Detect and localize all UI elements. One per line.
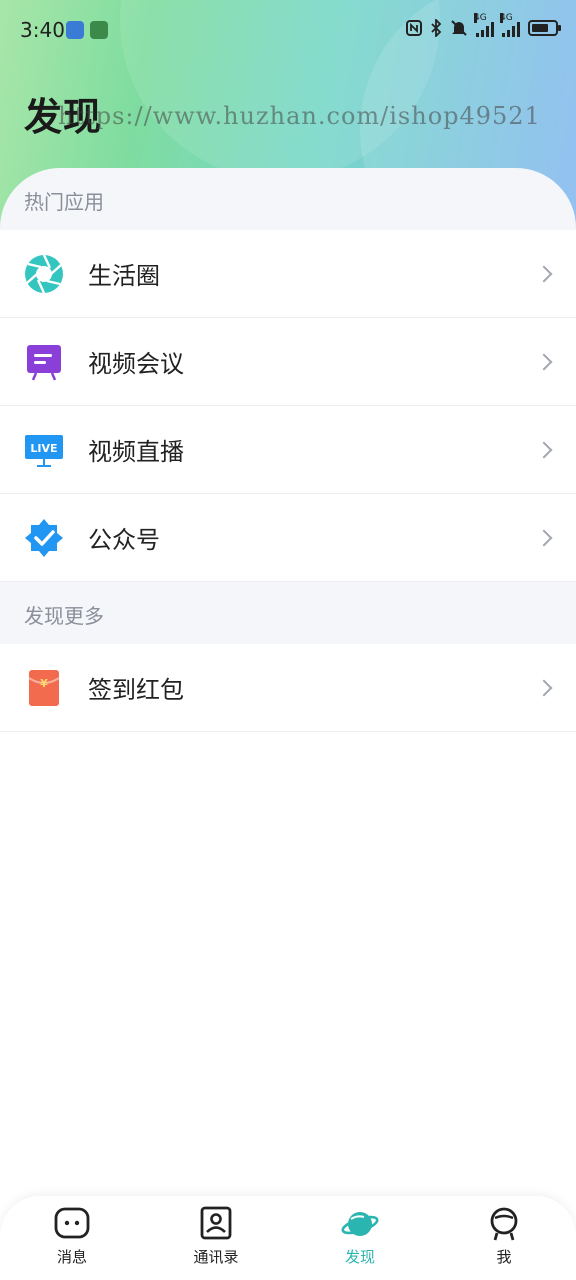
list-item-live-stream[interactable]: LIVE 视频直播: [0, 406, 576, 494]
more-apps-list: ¥ 签到红包: [0, 644, 576, 732]
tab-me[interactable]: 我: [454, 1206, 554, 1276]
live-tv-icon: LIVE: [25, 435, 63, 467]
red-packet-icon: ¥: [28, 670, 60, 706]
chat-icon: [54, 1207, 90, 1239]
chevron-right-icon: [535, 679, 553, 696]
bottom-tab-bar: 消息 通讯录 发现 我: [0, 1196, 576, 1280]
section-label-hot-apps: 热门应用: [24, 190, 104, 214]
hot-apps-list: 生活圈 视频会议 LIVE 视频直播 公众号: [0, 230, 576, 582]
contacts-icon: [200, 1206, 232, 1240]
signal-icon: 4G: [500, 13, 520, 37]
status-notification-icons: [66, 21, 108, 39]
list-item-label: 视频会议: [88, 350, 184, 378]
status-indicators: 4G 4G: [406, 13, 561, 37]
planet-icon: [341, 1212, 379, 1236]
chevron-right-icon: [535, 441, 553, 458]
status-time: 3:40: [20, 18, 65, 42]
tab-contacts[interactable]: 通讯录: [166, 1206, 266, 1276]
chevron-right-icon: [535, 265, 553, 282]
list-item-video-meeting[interactable]: 视频会议: [0, 318, 576, 406]
compass-app-icon: [66, 21, 84, 39]
bluetooth-icon: [431, 19, 442, 37]
signal-icon: 4G: [474, 13, 494, 37]
list-item-checkin-red-packet[interactable]: ¥ 签到红包: [0, 644, 576, 732]
verified-badge-icon: [25, 519, 63, 557]
nfc-icon: [406, 20, 422, 36]
list-item-label: 视频直播: [88, 438, 184, 466]
tab-label: 消息: [56, 1248, 87, 1266]
list-item-official-account[interactable]: 公众号: [0, 494, 576, 582]
tab-discover[interactable]: 发现: [310, 1206, 410, 1276]
chevron-right-icon: [535, 529, 553, 546]
svg-text:LIVE: LIVE: [30, 442, 57, 455]
aperture-icon: [25, 254, 63, 294]
tab-label: 我: [496, 1248, 512, 1266]
list-item-label: 签到红包: [88, 676, 184, 704]
chevron-right-icon: [535, 353, 553, 370]
network-type: 4G: [500, 13, 513, 23]
tab-label: 发现: [344, 1248, 375, 1266]
network-type: 4G: [474, 13, 487, 23]
tab-messages[interactable]: 消息: [22, 1206, 122, 1276]
mute-bell-icon: [451, 20, 467, 36]
list-item-life-circle[interactable]: 生活圈: [0, 230, 576, 318]
wechat-app-icon: [90, 21, 108, 39]
section-label-more: 发现更多: [24, 604, 104, 628]
watermark-text: https://www.huzhan.com/ishop49521: [58, 102, 541, 130]
battery-icon: [528, 20, 561, 36]
status-bar: 3:40 4G 4G: [0, 0, 576, 60]
tab-label: 通讯录: [193, 1248, 239, 1266]
svg-text:¥: ¥: [40, 677, 48, 690]
meeting-board-icon: [27, 345, 61, 381]
profile-icon: [490, 1207, 518, 1241]
list-item-label: 生活圈: [88, 262, 160, 290]
list-item-label: 公众号: [88, 526, 160, 554]
